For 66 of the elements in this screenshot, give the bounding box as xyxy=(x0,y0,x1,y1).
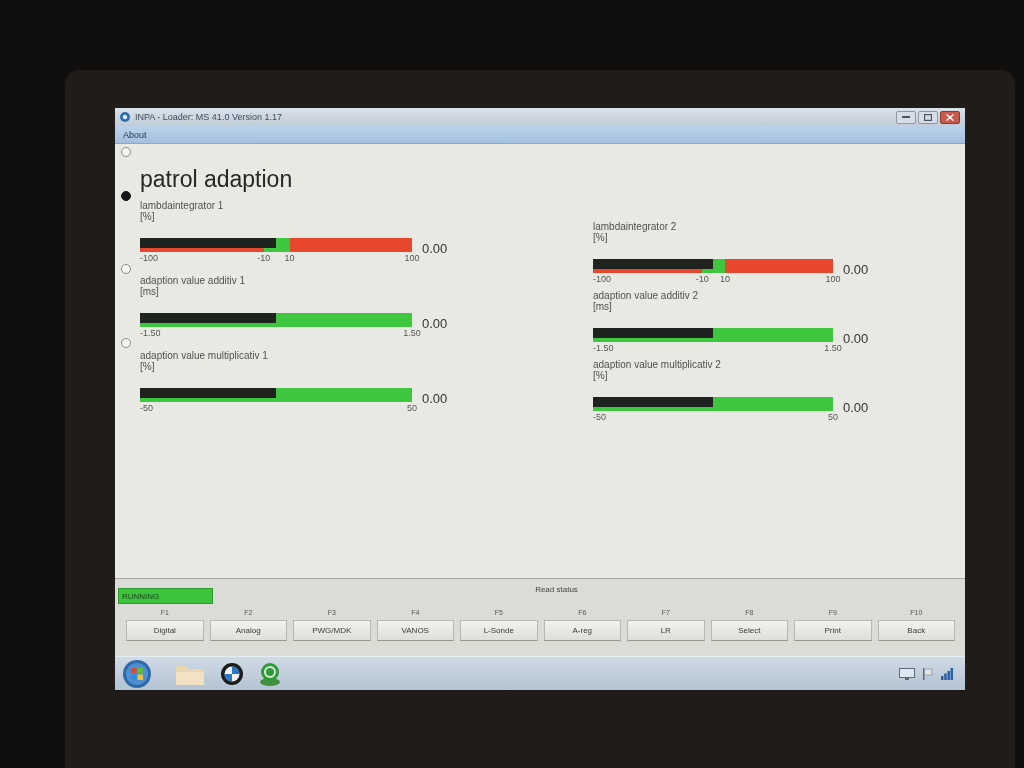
disc-icon[interactable] xyxy=(259,661,281,686)
function-button[interactable]: L-Sonde xyxy=(460,620,538,641)
status-display: RUNNING xyxy=(118,588,213,604)
scale-label: -100 xyxy=(593,274,611,285)
minimize-icon xyxy=(902,116,910,118)
meter-unit: [ms] xyxy=(593,301,612,312)
function-button[interactable]: VANOS xyxy=(376,620,454,641)
scale-label: 1.50 xyxy=(824,343,842,354)
meter-reading: 0.00 xyxy=(843,400,869,415)
scale-label: -10 xyxy=(695,274,709,285)
scale-label: -50 xyxy=(140,403,153,414)
maximize-icon xyxy=(924,113,932,121)
scale-label: -50 xyxy=(593,412,606,423)
window-title: INPA - Loader: MS 41.0 Version 1.17 xyxy=(135,112,282,122)
function-button[interactable]: Digital xyxy=(126,620,204,641)
radio-button[interactable] xyxy=(121,264,131,274)
meter-unit: [%] xyxy=(593,232,608,243)
function-button[interactable]: Print xyxy=(794,620,872,641)
meter-unit: [%] xyxy=(140,211,155,222)
scale-label: -1.50 xyxy=(593,343,614,354)
meter-label: lambdaintegrator 1 xyxy=(140,200,224,211)
meter-label: lambdaintegrator 2 xyxy=(593,221,677,232)
flag-icon[interactable] xyxy=(923,667,933,680)
panel-title: Read status xyxy=(535,585,578,594)
meter-label: adaption value multiplicativ 2 xyxy=(593,359,721,370)
function-button[interactable]: A-reg xyxy=(543,620,621,641)
scale-label: 50 xyxy=(407,403,417,414)
page-heading: patrol adaption xyxy=(140,165,293,193)
function-button[interactable]: Back xyxy=(877,620,955,641)
scale-label: 50 xyxy=(828,412,838,423)
network-icon[interactable] xyxy=(941,667,953,680)
app-icon xyxy=(120,112,130,122)
function-button[interactable]: Analog xyxy=(209,620,287,641)
scale-label: 100 xyxy=(825,274,841,285)
scale-label: 1.50 xyxy=(403,328,421,339)
monitor-icon[interactable] xyxy=(899,667,915,680)
radio-button[interactable] xyxy=(121,338,131,348)
meter-reading: 0.00 xyxy=(422,316,448,331)
scale-label: -1.50 xyxy=(140,328,161,339)
function-button[interactable]: Select xyxy=(710,620,788,641)
roundel-icon[interactable] xyxy=(221,662,243,685)
start-orb-icon[interactable] xyxy=(123,659,151,688)
minimize-button[interactable] xyxy=(896,110,916,124)
function-button[interactable]: PWG/MDK xyxy=(293,620,371,641)
close-icon xyxy=(946,113,954,121)
meter-label: adaption value additiv 1 xyxy=(140,275,246,286)
meter-reading: 0.00 xyxy=(843,331,869,346)
scale-label: -10 xyxy=(257,253,271,264)
close-button[interactable] xyxy=(940,110,960,124)
scale-label: 10 xyxy=(720,274,730,285)
radio-button[interactable] xyxy=(121,147,131,157)
meter-reading: 0.00 xyxy=(422,241,448,256)
meter-label: adaption value additiv 2 xyxy=(593,290,699,301)
meter-unit: [%] xyxy=(593,370,608,381)
meter-reading: 0.00 xyxy=(843,262,869,277)
meter-unit: [ms] xyxy=(140,286,159,297)
scale-label: 100 xyxy=(404,253,420,264)
scale-label: -100 xyxy=(140,253,158,264)
function-button[interactable]: LR xyxy=(627,620,705,641)
meter-unit: [%] xyxy=(140,361,155,372)
scale-label: 10 xyxy=(284,253,295,264)
maximize-button[interactable] xyxy=(918,110,938,124)
radio-button[interactable] xyxy=(121,191,131,201)
menu-item[interactable]: About xyxy=(121,129,149,140)
meter-reading: 0.00 xyxy=(422,391,448,406)
meter-label: adaption value multiplicativ 1 xyxy=(140,350,268,361)
